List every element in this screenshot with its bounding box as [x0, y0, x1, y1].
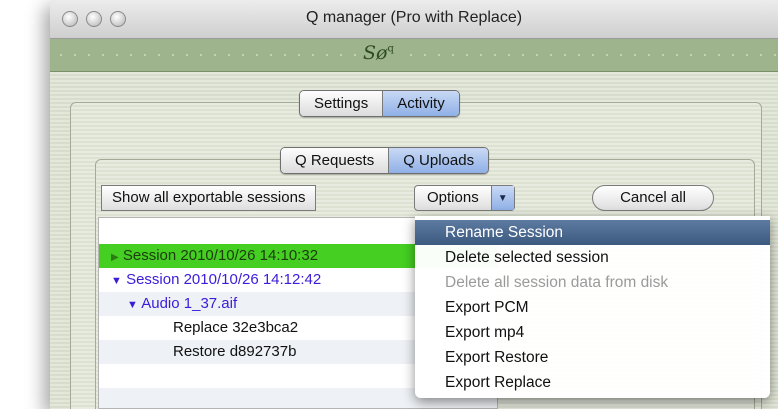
menu-item-export-mp4[interactable]: Export mp4	[415, 320, 770, 345]
menu-item-delete-selected-session[interactable]: Delete selected session	[415, 245, 770, 270]
menu-item-rename-session[interactable]: Rename Session	[415, 220, 770, 245]
app-logo: Søq	[359, 42, 398, 64]
cancel-all-button[interactable]: Cancel all	[592, 185, 714, 211]
tab-settings[interactable]: Settings	[300, 91, 383, 116]
window-title: Q manager (Pro with Replace)	[305, 9, 523, 26]
title-bar[interactable]: Q manager (Pro with Replace)	[50, 0, 778, 39]
tab-activity[interactable]: Activity	[382, 91, 459, 116]
session-label: Session 2010/10/26 14:12:42	[126, 271, 322, 288]
menu-item-export-pcm[interactable]: Export PCM	[415, 295, 770, 320]
menu-item-export-restore[interactable]: Export Restore	[415, 345, 770, 370]
file-label: Audio 1_37.aif	[141, 295, 238, 312]
tab-q-requests[interactable]: Q Requests	[281, 148, 389, 173]
disclosure-down-icon[interactable]: ▼	[127, 299, 138, 311]
disclosure-right-icon[interactable]: ▶	[111, 252, 119, 263]
tab-q-uploads[interactable]: Q Uploads	[388, 148, 489, 173]
chevron-down-icon[interactable]: ▼	[490, 186, 514, 210]
show-all-sessions-button[interactable]: Show all exportable sessions	[101, 185, 317, 211]
session-label: Session 2010/10/26 14:10:32	[122, 247, 319, 264]
options-popup[interactable]: Options ▼	[414, 185, 515, 211]
menu-item-export-replace[interactable]: Export Replace	[415, 370, 770, 395]
options-menu: Rename Session Delete selected session D…	[415, 216, 770, 398]
main-tabs: Settings Activity	[299, 90, 460, 117]
app-window: Q manager (Pro with Replace) Søq Setting…	[50, 0, 778, 409]
disclosure-down-icon[interactable]: ▼	[111, 275, 122, 287]
options-label: Options	[427, 189, 479, 206]
sub-tabs: Q Requests Q Uploads	[280, 147, 490, 174]
menu-item-delete-all-session-data: Delete all session data from disk	[445, 274, 669, 291]
logo-bar: Søq	[50, 39, 778, 72]
